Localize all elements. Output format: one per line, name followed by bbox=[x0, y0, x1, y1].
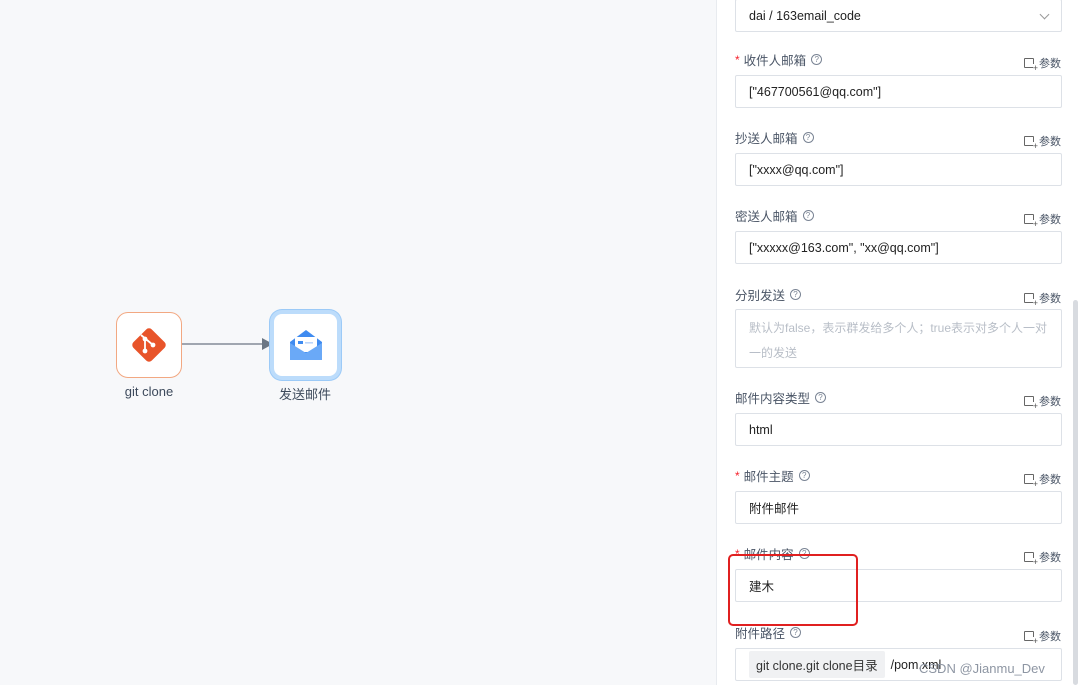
field-label-subject: * 邮件主题? bbox=[735, 466, 810, 485]
subject-input[interactable]: 附件邮件 bbox=[735, 491, 1062, 524]
content-type-input[interactable]: html bbox=[735, 413, 1062, 446]
mail-icon bbox=[289, 330, 322, 360]
param-icon bbox=[1024, 214, 1038, 229]
param-icon bbox=[1024, 293, 1038, 308]
chevron-down-icon bbox=[1039, 9, 1050, 20]
param-icon bbox=[1024, 396, 1038, 411]
param-icon bbox=[1024, 631, 1038, 646]
node-git-clone[interactable] bbox=[116, 312, 182, 378]
watermark: CSDN @Jianmu_Dev bbox=[919, 661, 1045, 676]
app: git clone 发送邮件 dai / 163email_code * 收件人邮… bbox=[0, 0, 1080, 685]
workflow-canvas[interactable]: git clone 发送邮件 bbox=[0, 0, 716, 685]
help-icon[interactable]: ? bbox=[802, 210, 814, 221]
help-icon[interactable]: ? bbox=[815, 392, 827, 403]
param-button[interactable]: 参数 bbox=[1024, 211, 1061, 229]
field-label-content-type: 邮件内容类型? bbox=[735, 388, 827, 407]
param-button[interactable]: 参数 bbox=[1024, 549, 1061, 567]
panel-scrollbar[interactable] bbox=[1073, 300, 1078, 685]
param-button[interactable]: 参数 bbox=[1024, 628, 1061, 646]
recipient-input[interactable]: ["467700561@qq.com"] bbox=[735, 75, 1062, 108]
param-icon bbox=[1024, 58, 1038, 73]
field-label-bcc: 密送人邮箱? bbox=[735, 206, 814, 225]
field-label-recipient: * 收件人邮箱? bbox=[735, 50, 823, 69]
field-label-cc: 抄送人邮箱? bbox=[735, 128, 814, 147]
param-icon bbox=[1024, 552, 1038, 567]
git-icon bbox=[132, 328, 166, 362]
field-label-send-separately: 分别发送? bbox=[735, 285, 802, 304]
node-send-email[interactable] bbox=[270, 310, 341, 380]
param-button[interactable]: 参数 bbox=[1024, 133, 1061, 151]
bcc-input[interactable]: ["xxxxx@163.com", "xx@qq.com"] bbox=[735, 231, 1062, 264]
credential-select-value: dai / 163email_code bbox=[749, 8, 861, 23]
param-button[interactable]: 参数 bbox=[1024, 393, 1061, 411]
param-chip[interactable]: git clone.git clone目录 bbox=[749, 651, 885, 678]
help-icon[interactable]: ? bbox=[798, 470, 810, 481]
param-icon bbox=[1024, 136, 1038, 151]
node-label: git clone bbox=[124, 384, 174, 399]
cc-input[interactable]: ["xxxx@qq.com"] bbox=[735, 153, 1062, 186]
send-separately-textarea[interactable]: 默认为false，表示群发给多个人；true表示对多个人一对一的发送 bbox=[735, 309, 1062, 368]
param-button[interactable]: 参数 bbox=[1024, 471, 1061, 489]
node-label: 发送邮件 bbox=[278, 387, 331, 402]
help-icon[interactable]: ? bbox=[802, 132, 814, 143]
workflow-edge bbox=[182, 338, 273, 350]
help-icon[interactable]: ? bbox=[811, 54, 823, 65]
param-button[interactable]: 参数 bbox=[1024, 290, 1061, 308]
credential-select[interactable]: dai / 163email_code bbox=[735, 0, 1062, 32]
annotation-highlight-box bbox=[728, 554, 858, 626]
help-icon[interactable]: ? bbox=[790, 289, 802, 300]
help-icon[interactable]: ? bbox=[790, 627, 802, 638]
param-icon bbox=[1024, 474, 1038, 489]
param-button[interactable]: 参数 bbox=[1024, 55, 1061, 73]
